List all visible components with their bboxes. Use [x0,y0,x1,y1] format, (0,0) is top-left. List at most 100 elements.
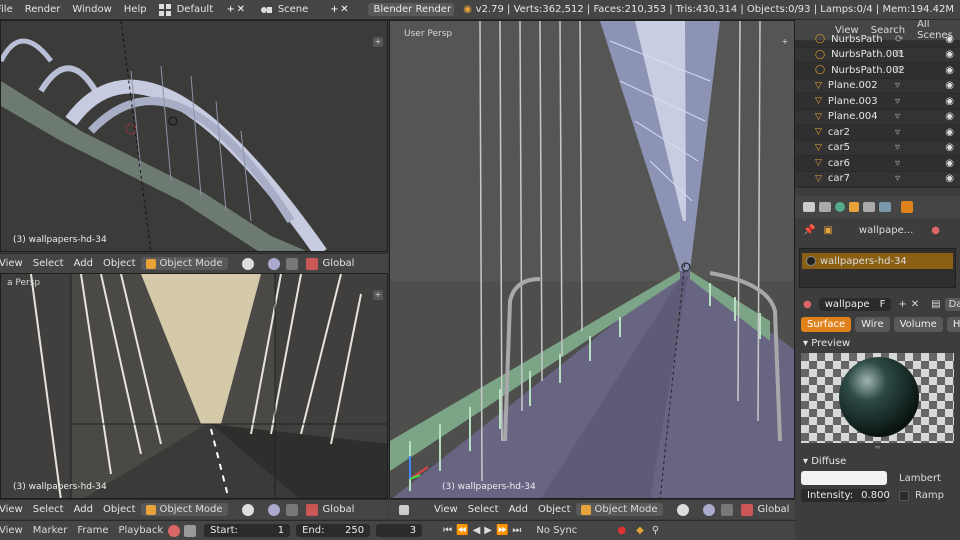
diffuse-shader-select[interactable]: Lambert [899,473,941,484]
remove-scene-icon[interactable]: ✕ [339,2,349,18]
constraints-tab-icon[interactable] [863,202,875,212]
viewport-bottom-left[interactable]: a Persp + (3) wallpapers-hd-34 [0,273,388,499]
pivot-icon[interactable] [702,503,715,516]
viewport-expand-icon[interactable]: + [373,37,383,47]
next-keyframe-icon[interactable]: ⏩ [496,525,508,536]
menu-file[interactable]: File [0,4,19,15]
shading-sphere-icon[interactable] [241,257,254,270]
prev-keyframe-icon[interactable]: ⏪ [456,525,468,536]
material-browse-icon[interactable]: ● [803,299,812,310]
orientation-select[interactable]: Global [753,504,795,515]
menu-add[interactable]: Add [504,504,533,515]
menu-playback[interactable]: Playback [113,525,168,536]
material-tab-icon[interactable] [901,201,913,213]
menu-window[interactable]: Window [66,4,117,15]
lock-icon[interactable] [184,524,197,537]
diffuse-color-swatch[interactable] [801,471,887,485]
sync-select[interactable]: No Sync [531,525,617,536]
menu-view[interactable]: View [0,258,28,269]
add-scene-icon[interactable]: + [329,2,339,18]
tab-wire[interactable]: Wire [855,316,890,332]
viewport-expand-icon[interactable]: + [373,290,383,300]
outliner-row[interactable]: ▽ Plane.004 ▿ ◉ [795,109,960,125]
menu-view[interactable]: View [429,504,463,515]
visibility-eye-icon[interactable]: ◉ [945,96,954,107]
outliner-row[interactable]: ◯ NurbsPath ⟳ ◉ [795,32,960,48]
menu-help[interactable]: Help [118,4,153,15]
shading-sphere-icon[interactable] [676,503,689,516]
new-material-icon[interactable]: + [898,299,906,310]
end-frame-field[interactable]: End: 250 [296,524,371,537]
viewport-expand-icon[interactable]: + [780,37,790,47]
viewport-top-left[interactable]: + (3) wallpapers-hd-34 [0,20,388,252]
material-slot-item[interactable]: wallpapers-hd-34 [802,253,953,269]
visibility-eye-icon[interactable]: ◉ [945,49,954,60]
manipulator-icon[interactable] [285,257,298,270]
manipulator-icon[interactable] [720,503,733,516]
outliner-row[interactable]: ▽ car5 ▿ ◉ [795,140,960,156]
preview-range-icon[interactable] [168,524,181,537]
screen-layout-name[interactable]: Default [171,4,226,15]
data-link-label[interactable]: Da [944,297,960,311]
orientation-select[interactable]: Global [318,258,360,269]
layout-grid-icon[interactable] [158,2,171,18]
menu-select[interactable]: Select [28,258,69,269]
visibility-eye-icon[interactable]: ◉ [945,34,954,45]
jump-start-icon[interactable]: ⏮ [443,525,452,536]
transform-axes-icon[interactable] [305,257,318,270]
render-engine-select[interactable]: Blender Render [367,3,454,16]
scene-name[interactable]: Scene [272,4,330,15]
menu-view[interactable]: View [0,504,28,515]
add-layout-icon[interactable]: + [226,2,236,18]
menu-select[interactable]: Select [463,504,504,515]
visibility-eye-icon[interactable]: ◉ [945,80,954,91]
menu-frame[interactable]: Frame [72,525,113,536]
ramp-checkbox[interactable] [899,490,909,501]
outliner-row[interactable]: ▽ car6 ▿ ◉ [795,156,960,172]
menu-render[interactable]: Render [19,4,67,15]
editor-type-icon[interactable] [399,504,409,515]
start-frame-field[interactable]: Start: 1 [204,524,291,537]
diffuse-panel-header[interactable]: ▾ Diffuse [795,452,960,471]
menu-marker[interactable]: Marker [28,525,73,536]
menu-add[interactable]: Add [69,258,98,269]
render-tab-icon[interactable] [803,202,815,212]
outliner-row[interactable]: ▽ Plane.002 ▿ ◉ [795,78,960,94]
tab-halo[interactable]: Ha [946,316,960,332]
fake-user-toggle[interactable]: F [880,299,886,310]
outliner-row[interactable]: ▽ car7 ▿ ◉ [795,171,960,187]
preview-resize-handle[interactable]: ═ [795,443,960,452]
object-tab-icon[interactable] [849,202,859,212]
scene-icon[interactable] [260,2,272,18]
outliner-row[interactable]: ▽ car2 ▿ ◉ [795,125,960,141]
orientation-select[interactable]: Global [318,504,360,515]
menu-select[interactable]: Select [28,504,69,515]
visibility-eye-icon[interactable]: ◉ [945,127,954,138]
pin-icon[interactable]: 📌 [803,225,815,236]
scene-tab-icon[interactable] [819,202,831,212]
play-reverse-icon[interactable]: ◀ [473,525,481,536]
outliner-row[interactable]: ▽ Plane.003 ▿ ◉ [795,94,960,110]
visibility-eye-icon[interactable]: ◉ [945,142,954,153]
object-mode-select[interactable]: Object Mode [140,503,228,516]
material-slot-list[interactable]: wallpapers-hd-34 [799,248,956,288]
tab-surface[interactable]: Surface [801,316,852,332]
pivot-icon[interactable] [267,503,280,516]
menu-object[interactable]: Object [98,504,141,515]
viewport-main[interactable]: User Persp + (3) wallpapers-hd-34 [389,20,795,499]
intensity-field[interactable]: Intensity: 0.800 [801,489,890,502]
visibility-eye-icon[interactable]: ◉ [945,111,954,122]
outliner-row[interactable]: ◯ NurbsPath.002 ⟳ ◉ [795,63,960,79]
menu-view[interactable]: View [0,525,28,536]
object-mode-select[interactable]: Object Mode [140,257,228,270]
remove-layout-icon[interactable]: ✕ [236,2,246,18]
current-frame-field[interactable]: 3 [376,524,423,537]
tab-volume[interactable]: Volume [893,316,943,332]
keying-set-icon[interactable]: ⚲ [652,525,659,536]
object-mode-select[interactable]: Object Mode [575,503,663,516]
pivot-icon[interactable] [267,257,280,270]
keyframe-icon[interactable]: ◆ [636,525,644,536]
modifiers-tab-icon[interactable] [879,202,891,212]
shading-sphere-icon[interactable] [241,503,254,516]
jump-end-icon[interactable]: ⏭ [512,525,521,536]
